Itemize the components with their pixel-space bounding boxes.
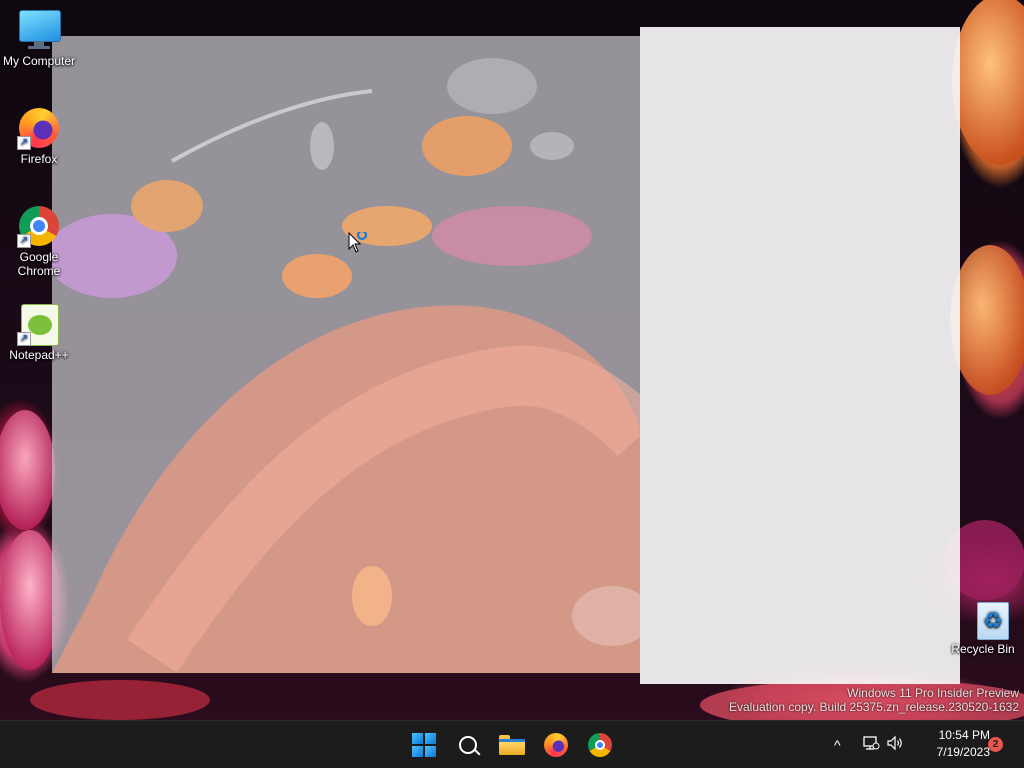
recycle-bin-icon: ♻ bbox=[961, 602, 1009, 640]
overlay-window-right bbox=[640, 27, 960, 684]
taskbar-firefox-button[interactable] bbox=[540, 729, 572, 761]
taskbar: ^ 10:54 PM 7/19/2023 2 bbox=[0, 720, 1024, 768]
notification-badge[interactable]: 2 bbox=[988, 737, 1003, 752]
network-status-button[interactable] bbox=[862, 734, 880, 757]
show-hidden-icons-button[interactable]: ^ bbox=[834, 735, 841, 755]
clock-date: 7/19/2023 bbox=[936, 745, 990, 759]
network-icon bbox=[863, 736, 880, 750]
watermark-edition: Windows 11 Pro Insider Preview bbox=[847, 686, 1019, 700]
desktop-icon-chrome[interactable]: ↗ Google Chrome bbox=[1, 204, 77, 278]
shortcut-arrow-icon: ↗ bbox=[17, 136, 31, 150]
chrome-icon: ↗ bbox=[17, 204, 61, 248]
start-button[interactable] bbox=[408, 729, 440, 761]
firefox-icon: ↗ bbox=[17, 106, 61, 150]
clock-time: 10:54 PM bbox=[938, 728, 990, 742]
busy-cursor-icon bbox=[348, 232, 368, 253]
search-icon bbox=[459, 736, 477, 754]
clock-button[interactable]: 10:54 PM 7/19/2023 bbox=[912, 727, 990, 761]
firefox-icon bbox=[544, 733, 568, 757]
watermark-build: Evaluation copy. Build 25375.zn_release.… bbox=[729, 700, 1019, 714]
desktop-icon-label: Notepad++ bbox=[9, 348, 69, 362]
desktop-icon-label: Firefox bbox=[20, 152, 58, 166]
search-button[interactable] bbox=[452, 729, 484, 761]
computer-icon bbox=[17, 8, 61, 52]
overlay-window-left bbox=[52, 36, 640, 673]
windows-start-icon bbox=[412, 733, 436, 757]
windows-build-watermark: Windows 11 Pro Insider Preview Evaluatio… bbox=[729, 686, 1019, 714]
overlay-wallpaper-tint bbox=[52, 58, 640, 673]
desktop-icon-firefox[interactable]: ↗ Firefox bbox=[1, 106, 77, 166]
desktop-icon-label: Google Chrome bbox=[17, 250, 61, 278]
chevron-up-icon: ^ bbox=[834, 737, 841, 753]
volume-button[interactable] bbox=[886, 734, 904, 757]
desktop-icon-label: My Computer bbox=[2, 54, 76, 68]
desktop-icon-label: Recycle Bin bbox=[951, 642, 1015, 656]
notepadpp-icon: ↗ bbox=[17, 302, 61, 346]
desktop-icon-recycle-bin[interactable]: ♻ Recycle Bin bbox=[945, 602, 1021, 656]
file-explorer-button[interactable] bbox=[496, 729, 528, 761]
desktop-icon-notepadpp[interactable]: ↗ Notepad++ bbox=[1, 302, 77, 362]
folder-icon bbox=[499, 735, 525, 755]
chrome-icon bbox=[588, 733, 612, 757]
volume-icon bbox=[887, 735, 902, 751]
shortcut-arrow-icon: ↗ bbox=[17, 332, 31, 346]
shortcut-arrow-icon: ↗ bbox=[17, 234, 31, 248]
taskbar-chrome-button[interactable] bbox=[584, 729, 616, 761]
desktop-icon-my-computer[interactable]: My Computer bbox=[1, 8, 77, 68]
